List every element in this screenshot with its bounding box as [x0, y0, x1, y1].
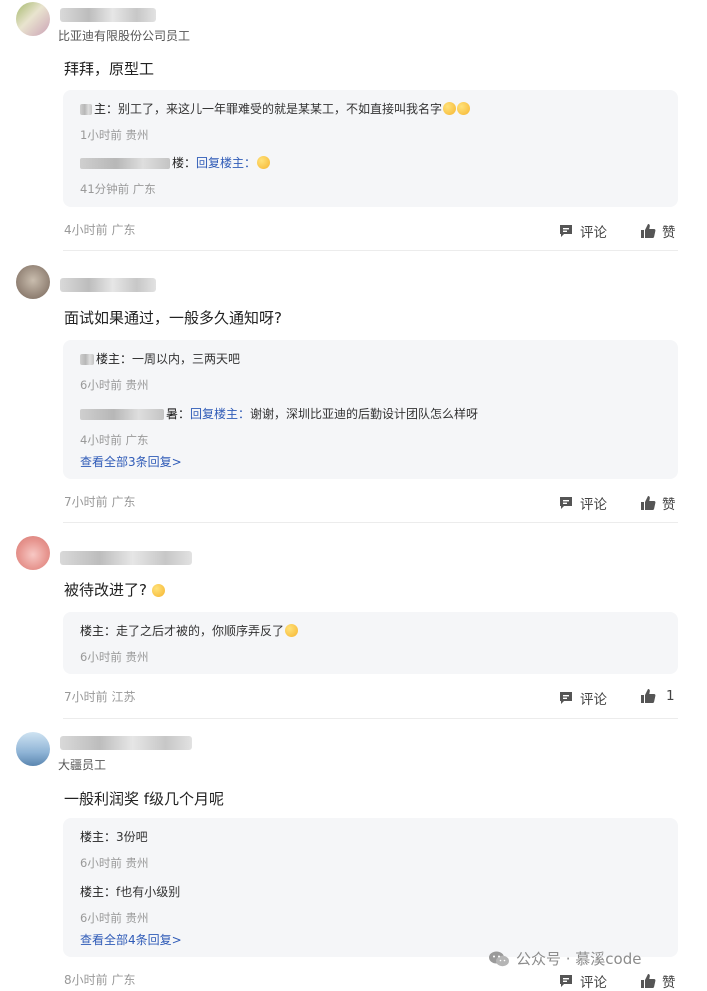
reply-line: 主：别工了，来这儿一年罪难受的就是某某工，不如直接叫我名字 [80, 100, 471, 117]
author-name[interactable] [60, 551, 192, 565]
avatar[interactable] [16, 2, 50, 36]
comment-bubble-icon [560, 497, 572, 509]
comment-button[interactable]: 评论 [558, 493, 607, 513]
view-all-replies-link[interactable]: 查看全部3条回复> [80, 453, 182, 470]
reply-author[interactable]: 楼主： [80, 885, 116, 899]
comment-button[interactable]: 评论 [558, 688, 607, 708]
comment-bubble-icon [560, 225, 572, 237]
emoji-icon [257, 156, 271, 169]
reply-author[interactable]: 楼： [172, 156, 196, 170]
reply-text: 走了之后才被的，你顺序弄反了 [116, 624, 285, 638]
author-org: 比亚迪有限股份公司员工 [58, 29, 191, 43]
comment-text: 被待改进了? [64, 579, 165, 600]
emoji-icon [457, 102, 471, 115]
like-count: 1 [666, 688, 675, 704]
author-name[interactable] [60, 8, 156, 22]
thumbs-up-icon [641, 496, 656, 510]
thumbs-up-icon [641, 224, 656, 238]
reply-box: 楼主：走了之后才被的，你顺序弄反了 6小时前 贵州 [63, 612, 678, 674]
comment-item: 被待改进了? 楼主：走了之后才被的，你顺序弄反了 6小时前 贵州 7小时前 江苏… [0, 534, 707, 719]
comment-bubble-icon [560, 975, 572, 987]
comment-item: 面试如果通过，一般多久通知呀? 楼主：一周以内，三两天吧 6小时前 贵州 暑：回… [0, 262, 707, 523]
emoji-icon [443, 102, 457, 115]
reply-line: 楼主：3份吧 [80, 828, 148, 845]
reply-author[interactable]: 楼主： [96, 352, 132, 366]
reply-meta: 4小时前 广东 [80, 433, 149, 447]
author-name[interactable] [60, 736, 192, 750]
reply-meta: 1小时前 贵州 [80, 128, 149, 142]
comment-label: 评论 [580, 975, 607, 991]
author-name[interactable] [60, 278, 156, 292]
avatar[interactable] [16, 265, 50, 299]
emoji-icon [151, 584, 165, 597]
thumbs-up-icon [641, 689, 656, 703]
like-label: 赞 [662, 975, 676, 991]
like-button[interactable]: 赞 [640, 493, 676, 513]
view-all-replies-link[interactable]: 查看全部4条回复> [80, 931, 182, 948]
comment-text: 拜拜，原型工 [64, 60, 155, 78]
reply-box: 楼主：3份吧 6小时前 贵州 楼主：f也有小级别 6小时前 贵州 查看全部4条回… [63, 818, 678, 957]
like-label: 赞 [662, 225, 676, 241]
reply-text: 别工了，来这儿一年罪难受的就是某某工，不如直接叫我名字 [118, 102, 443, 116]
reply-author[interactable]: 楼主： [80, 830, 116, 844]
wechat-icon [489, 951, 509, 966]
reply-author[interactable]: 暑： [166, 407, 190, 421]
comment-text: 一般利润奖 f级几个月呢 [64, 790, 225, 808]
reply-meta: 41分钟前 广东 [80, 182, 156, 196]
reply-text: 一周以内，三两天吧 [132, 352, 241, 366]
reply-line: 暑：回复楼主：谢谢，深圳比亚迪的后勤设计团队怎么样呀 [80, 405, 478, 422]
watermark-text: 公众号 · 慕溪code [516, 950, 642, 968]
avatar[interactable] [16, 536, 50, 570]
thumbs-up-icon [641, 974, 656, 988]
reply-meta: 6小时前 贵州 [80, 911, 149, 925]
emoji-icon [285, 624, 299, 637]
reply-line: 楼主：走了之后才被的，你顺序弄反了 [80, 622, 299, 639]
reply-line: 楼：回复楼主： [80, 154, 271, 171]
like-button[interactable]: 赞 [640, 221, 676, 241]
reply-to-link[interactable]: 回复楼主： [196, 156, 256, 170]
comment-meta: 8小时前 广东 [64, 973, 136, 987]
like-button[interactable]: 赞 [640, 971, 676, 991]
reply-author[interactable]: 楼主： [80, 624, 116, 638]
comment-item: 比亚迪有限股份公司员工 拜拜，原型工 主：别工了，来这儿一年罪难受的就是某某工，… [0, 0, 707, 251]
reply-box: 楼主：一周以内，三两天吧 6小时前 贵州 暑：回复楼主：谢谢，深圳比亚迪的后勤设… [63, 340, 678, 479]
comment-text: 面试如果通过，一般多久通知呀? [64, 309, 282, 327]
avatar[interactable] [16, 732, 50, 766]
comment-label: 评论 [580, 225, 607, 241]
reply-to-link[interactable]: 回复楼主： [190, 407, 250, 421]
reply-meta: 6小时前 贵州 [80, 650, 149, 664]
divider [63, 718, 678, 719]
reply-meta: 6小时前 贵州 [80, 378, 149, 392]
comment-label: 评论 [580, 692, 607, 708]
reply-line: 楼主：一周以内，三两天吧 [80, 350, 240, 367]
reply-box: 主：别工了，来这儿一年罪难受的就是某某工，不如直接叫我名字 1小时前 贵州 楼：… [63, 90, 678, 207]
reply-text: 3份吧 [116, 830, 148, 844]
comment-label: 评论 [580, 497, 607, 513]
comment-button[interactable]: 评论 [558, 971, 607, 991]
comment-meta: 4小时前 广东 [64, 223, 136, 237]
like-label: 赞 [662, 497, 676, 513]
reply-author[interactable]: 主： [94, 102, 118, 116]
comment-meta: 7小时前 江苏 [64, 690, 136, 704]
watermark: 公众号 · 慕溪code [488, 948, 641, 969]
author-org: 大疆员工 [58, 758, 107, 772]
comment-button[interactable]: 评论 [558, 221, 607, 241]
divider [63, 250, 678, 251]
divider [63, 522, 678, 523]
like-button[interactable]: 1 [640, 688, 675, 704]
reply-line: 楼主：f也有小级别 [80, 883, 180, 900]
reply-meta: 6小时前 贵州 [80, 856, 149, 870]
comment-meta: 7小时前 广东 [64, 495, 136, 509]
comment-bubble-icon [560, 692, 572, 704]
reply-text: f也有小级别 [116, 885, 181, 899]
reply-text: 谢谢，深圳比亚迪的后勤设计团队怎么样呀 [250, 407, 479, 421]
